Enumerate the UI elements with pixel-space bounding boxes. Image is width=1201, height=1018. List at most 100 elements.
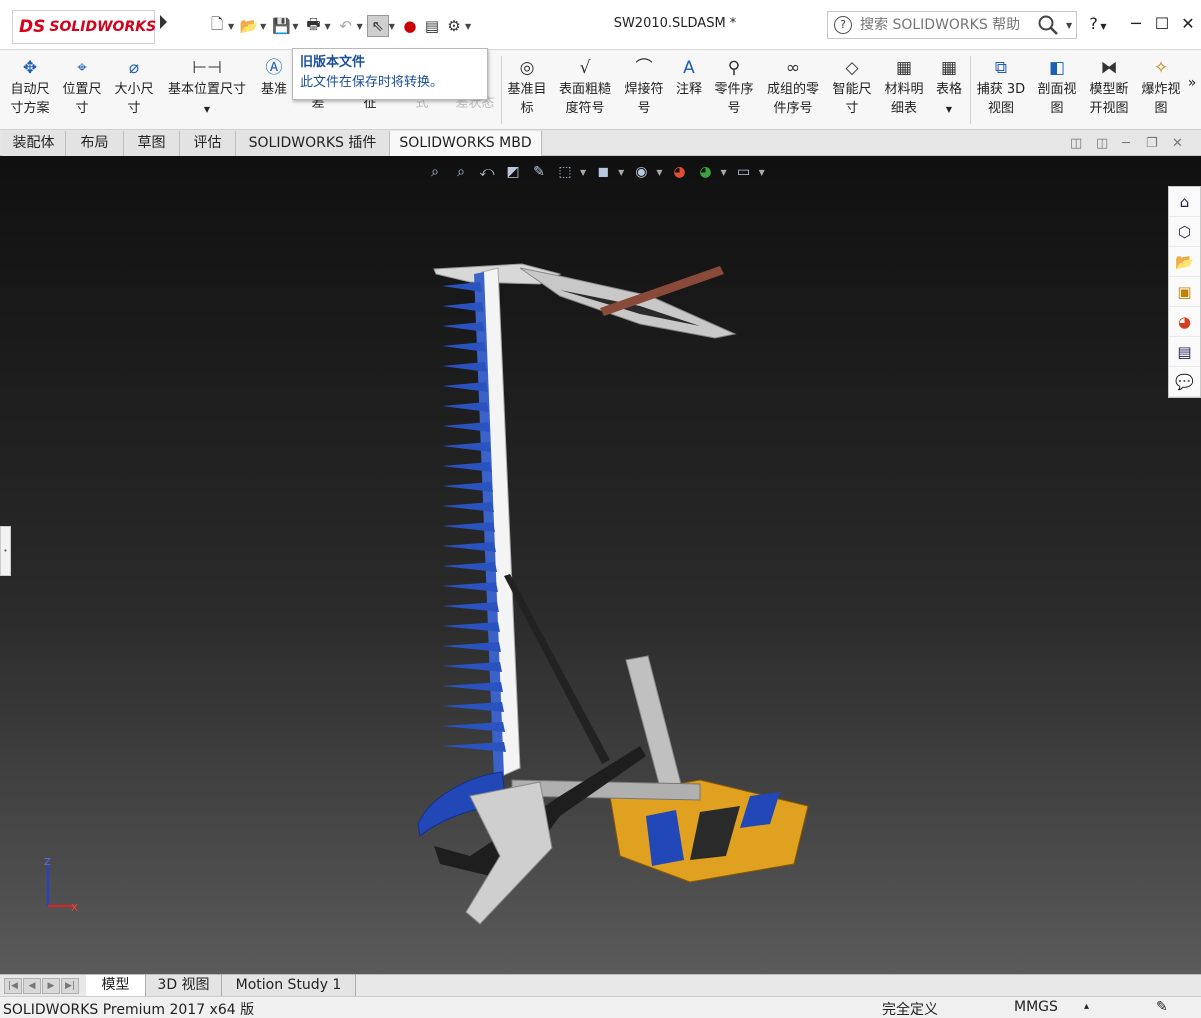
close-button[interactable]: ✕ [1176, 14, 1200, 36]
tab-mbd[interactable]: SOLIDWORKS MBD [390, 131, 542, 156]
save-dropdown-icon[interactable]: ▼ [292, 22, 298, 31]
undo-icon[interactable]: ↶ [335, 15, 357, 37]
graphics-area[interactable]: ⌕ ⌕ ⤺ ◩ ✎ ⬚ ▼ ◼ ▼ ◉ ▼ ◕ ◕ ▼ ▭ ▼ Z X [0, 156, 1201, 974]
file-explorer-icon[interactable]: 📂 [1169, 247, 1200, 277]
tab-sketch[interactable]: 草图 [124, 131, 180, 156]
first-tab-icon[interactable]: |◀ [4, 978, 22, 994]
status-bar: SOLIDWORKS Premium 2017 x64 版 完全定义 MMGS … [0, 996, 1201, 1018]
note-icon: A [683, 58, 695, 78]
print-icon[interactable]: 🖶 [302, 15, 324, 37]
ribbon-datum[interactable]: Ⓐ 基准 [257, 56, 291, 99]
ribbon-stacked-balloon[interactable]: ∞ 成组的零 件序号 [763, 56, 823, 118]
maximize-button[interactable]: ☐ [1150, 14, 1174, 36]
logo-text: SOLIDWORKS [49, 19, 157, 35]
feature-manager-expand-handle[interactable]: • [0, 526, 11, 576]
print-dropdown-icon[interactable]: ▼ [324, 22, 330, 31]
forum-icon[interactable]: 💬 [1169, 367, 1200, 397]
definition-status: 完全定义 [882, 1002, 938, 1018]
table-icon: ▦ [940, 58, 958, 78]
help-menu-button[interactable]: ? ▼ [1086, 14, 1110, 36]
tab-assembly[interactable]: 装配体 [2, 131, 66, 156]
menu-expand-arrow-icon[interactable] [160, 15, 167, 29]
select-dropdown-icon[interactable]: ▼ [389, 22, 395, 31]
ribbon-weld-symbol[interactable]: ⌒ 焊接符号 [621, 56, 667, 118]
stacked-balloon-icon: ∞ [785, 58, 801, 78]
view-palette-icon[interactable]: ▣ [1169, 277, 1200, 307]
ribbon-overflow-button[interactable]: » [1186, 74, 1198, 93]
ribbon-basic-location-dimension[interactable]: ⊢⊣ 基本位置尺寸 ▼ [163, 56, 251, 119]
search-input[interactable] [860, 17, 1030, 33]
solidworks-resources-icon[interactable]: ⌂ [1169, 187, 1200, 217]
next-tab-icon[interactable]: ▶ [42, 978, 60, 994]
tab-3d-views[interactable]: 3D 视图 [146, 975, 222, 997]
search-dropdown-icon[interactable]: ▼ [1066, 21, 1072, 30]
ribbon-model-break-view[interactable]: ⧓ 模型断 开视图 [1086, 56, 1132, 118]
file-properties-icon[interactable]: ▤ [421, 15, 443, 37]
prev-tab-icon[interactable]: ◀ [23, 978, 41, 994]
last-tab-icon[interactable]: ▶| [61, 978, 79, 994]
ribbon-balloon[interactable]: ⚲ 零件序号 [711, 56, 757, 118]
appearances-scenes-icon[interactable]: ◕ [1169, 307, 1200, 337]
table-dropdown-icon[interactable]: ▼ [946, 105, 952, 114]
ribbon-size-dimension[interactable]: ⌀ 大小尺寸 [110, 56, 158, 118]
mower-assembly-model[interactable] [0, 156, 1201, 974]
tab-evaluate[interactable]: 评估 [180, 131, 236, 156]
solidworks-logo[interactable]: DS SOLIDWORKS [12, 10, 157, 44]
doc-minimize-icon[interactable]: ─ [1122, 136, 1130, 151]
select-pointer-icon[interactable]: ⇖ [366, 15, 389, 37]
command-manager-ribbon: ✥ 自动尺 寸方案 ⌖ 位置尺寸 ⌀ 大小尺寸 ⊢⊣ 基本位置尺寸 ▼ Ⓐ 基准 差… [0, 50, 1201, 130]
open-dropdown-icon[interactable]: ▼ [260, 22, 266, 31]
open-folder-icon[interactable]: 📂 [238, 15, 260, 37]
doc-restore-icon[interactable]: ❐ [1146, 136, 1158, 151]
new-dropdown-icon[interactable]: ▼ [228, 22, 234, 31]
datum-target-icon: ◎ [519, 58, 535, 78]
ribbon-bill-of-materials[interactable]: ▦ 材料明 细表 [881, 56, 927, 118]
rebuild-traffic-light-icon[interactable]: ● [399, 15, 421, 37]
basic-location-dropdown-icon[interactable]: ▼ [204, 105, 210, 114]
tile-vertical-icon[interactable]: ◫ [1096, 136, 1108, 151]
ribbon-table[interactable]: ▦ 表格 ▼ [932, 56, 966, 119]
ribbon-separator [501, 56, 502, 124]
ribbon-location-dimension[interactable]: ⌖ 位置尺寸 [58, 56, 106, 118]
undo-dropdown-icon[interactable]: ▼ [357, 22, 363, 31]
tooltip-text: 此文件在保存时将转换。 [300, 75, 444, 90]
unit-system-arrow-icon[interactable]: ▴ [1084, 1001, 1089, 1012]
tab-model[interactable]: 模型 [86, 975, 146, 997]
tile-horizontal-icon[interactable]: ◫ [1070, 136, 1082, 151]
save-icon[interactable]: 💾 [270, 15, 292, 37]
minimize-button[interactable]: ─ [1124, 14, 1148, 36]
ribbon-exploded-view[interactable]: ✧ 爆炸视图 [1138, 56, 1184, 118]
ribbon-separator [970, 56, 971, 124]
design-library-icon[interactable]: ⬡ [1169, 217, 1200, 247]
ribbon-auto-dimension-scheme[interactable]: ✥ 自动尺 寸方案 [6, 56, 54, 118]
product-version: SOLIDWORKS Premium 2017 x64 版 [3, 1002, 255, 1018]
tab-addins[interactable]: SOLIDWORKS 插件 [236, 131, 390, 156]
bom-icon: ▦ [895, 58, 913, 78]
options-gear-icon[interactable]: ⚙ [443, 15, 465, 37]
quick-tips-icon[interactable]: ✎ [1156, 999, 1168, 1015]
ribbon-capture-3d-view[interactable]: ⧉ 捕获 3D 视图 [974, 56, 1028, 118]
search-icon[interactable] [1030, 12, 1066, 38]
quick-access-toolbar: 🗋 ▼ 📂 ▼ 💾 ▼ 🖶 ▼ ↶ ▼ ⇖ ▼ ● ▤ ⚙ ▼ [206, 14, 475, 38]
ribbon-note[interactable]: A 注释 [672, 56, 706, 99]
auto-dimension-icon: ✥ [22, 58, 38, 78]
custom-properties-icon[interactable]: ▤ [1169, 337, 1200, 367]
title-bar: DS SOLIDWORKS 🗋 ▼ 📂 ▼ 💾 ▼ 🖶 ▼ ↶ ▼ ⇖ ▼ ● ▤ ⚙ ▼ S… [0, 0, 1201, 50]
help-search-box[interactable]: ? ▼ [827, 11, 1077, 39]
tab-motion-study[interactable]: Motion Study 1 [222, 975, 356, 997]
new-doc-icon[interactable]: 🗋 [206, 15, 228, 37]
ribbon-smart-dimension[interactable]: ◇ 智能尺寸 [829, 56, 875, 118]
exploded-view-icon: ✧ [1153, 58, 1169, 78]
doc-close-icon[interactable]: ✕ [1172, 136, 1183, 151]
ribbon-surface-finish[interactable]: √ 表面粗糙 度符号 [555, 56, 615, 118]
unit-system[interactable]: MMGS [1014, 999, 1058, 1015]
tab-layout[interactable]: 布局 [66, 131, 124, 156]
model-view-tabs: |◀ ◀ ▶ ▶| 模型 3D 视图 Motion Study 1 [0, 974, 1201, 997]
ribbon-datum-target[interactable]: ◎ 基准目标 [504, 56, 550, 118]
document-title: SW2010.SLDASM * [613, 16, 737, 31]
question-circle-icon[interactable]: ? [834, 16, 852, 34]
location-dimension-icon: ⌖ [77, 58, 87, 78]
ribbon-section-view[interactable]: ◧ 剖面视图 [1034, 56, 1080, 118]
options-dropdown-icon[interactable]: ▼ [465, 22, 471, 31]
basic-location-icon: ⊢⊣ [192, 58, 222, 78]
